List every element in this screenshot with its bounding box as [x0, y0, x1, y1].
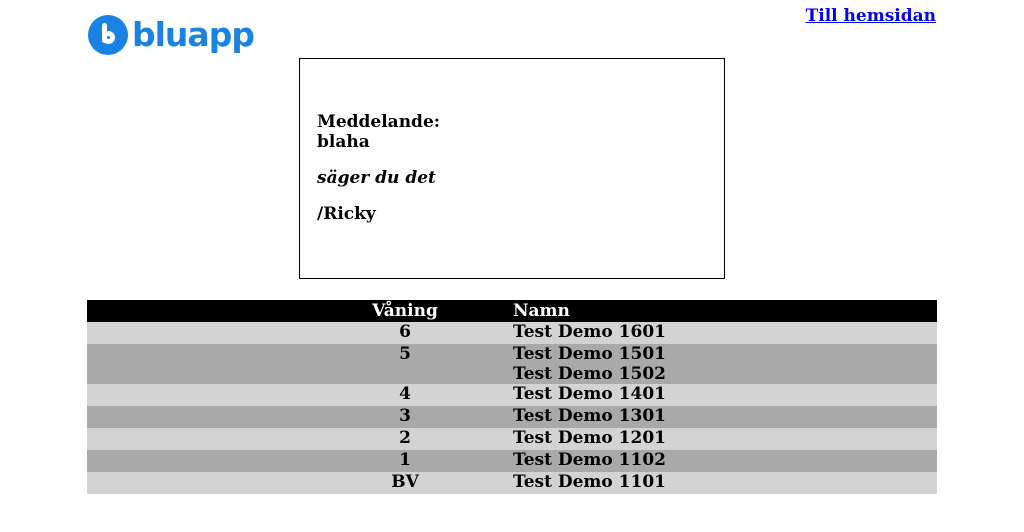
resident-name: Test Demo 1501 — [513, 344, 666, 364]
message-author: /Ricky — [317, 204, 376, 224]
resident-name: Test Demo 1401 — [513, 384, 666, 404]
message-italic-line: säger du det — [317, 168, 436, 188]
floor-cell: 1 — [399, 450, 411, 470]
bluapp-logo-icon — [88, 15, 128, 55]
logo-text: bluapp — [132, 15, 255, 54]
home-link[interactable]: Till hemsidan — [806, 6, 936, 26]
table-row: 6 Test Demo 1601 — [87, 322, 937, 344]
column-header-name: Namn — [513, 300, 937, 322]
name-cell: Test Demo 1601 — [513, 322, 937, 344]
name-cell: Test Demo 1201 — [513, 428, 937, 450]
residents-table: Våning Namn 6 Test Demo 1601 5 Test Demo… — [87, 300, 937, 494]
resident-name: Test Demo 1201 — [513, 428, 666, 448]
floor-cell: 2 — [399, 428, 411, 448]
name-cell: Test Demo 1101 — [513, 472, 937, 494]
table-row: 5 Test Demo 1501 Test Demo 1502 — [87, 344, 937, 384]
table-header-row: Våning Namn — [87, 300, 937, 322]
floor-cell: 3 — [399, 406, 411, 426]
table-row: 1 Test Demo 1102 — [87, 450, 937, 472]
table-row: 2 Test Demo 1201 — [87, 428, 937, 450]
resident-name: Test Demo 1502 — [513, 364, 666, 384]
floor-cell: 6 — [399, 322, 411, 342]
resident-name: Test Demo 1601 — [513, 322, 666, 342]
table-row: BV Test Demo 1101 — [87, 472, 937, 494]
name-cell: Test Demo 1102 — [513, 450, 937, 472]
floor-cell: 4 — [399, 384, 411, 404]
column-header-floor: Våning — [87, 300, 513, 322]
name-cell: Test Demo 1401 — [513, 384, 937, 406]
name-cell: Test Demo 1301 — [513, 406, 937, 428]
resident-name: Test Demo 1101 — [513, 472, 666, 492]
resident-name: Test Demo 1301 — [513, 406, 666, 426]
name-cell: Test Demo 1501 Test Demo 1502 — [513, 344, 937, 384]
bluapp-logo: bluapp — [88, 15, 255, 55]
message-body: blaha — [317, 132, 370, 152]
floor-cell: 5 — [399, 344, 411, 364]
message-box: Meddelande: blaha säger du det /Ricky — [299, 58, 725, 279]
message-label: Meddelande: — [317, 112, 441, 132]
resident-name: Test Demo 1102 — [513, 450, 666, 470]
floor-cell: BV — [391, 472, 419, 492]
table-row: 4 Test Demo 1401 — [87, 384, 937, 406]
table-row: 3 Test Demo 1301 — [87, 406, 937, 428]
